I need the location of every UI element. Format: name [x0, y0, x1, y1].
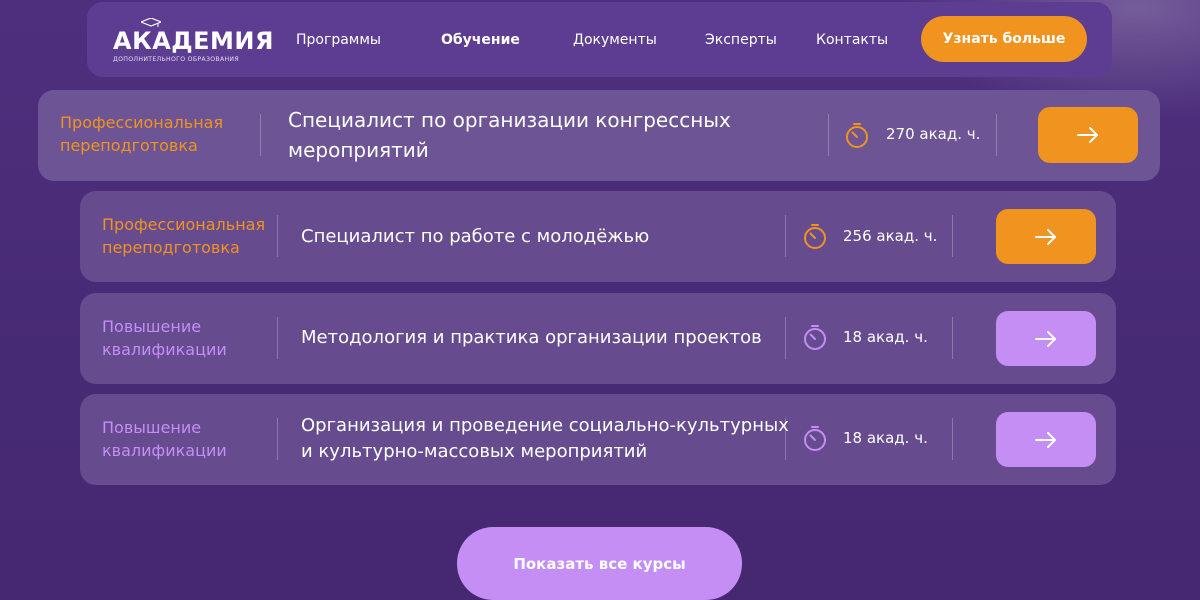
stopwatch-icon: [804, 426, 826, 451]
stopwatch-icon: [804, 325, 826, 350]
nav-education[interactable]: Обучение: [441, 32, 520, 48]
divider: [277, 317, 278, 359]
course-title: Методология и практика организации проек…: [301, 327, 762, 348]
nav-documents[interactable]: Документы: [573, 32, 657, 48]
course-hours: 18 акад. ч.: [843, 429, 928, 447]
open-course-button[interactable]: [1038, 107, 1138, 163]
arrow-right-icon: [1035, 431, 1056, 448]
course-category: Профессиональная переподготовка: [60, 113, 224, 155]
divider: [785, 418, 786, 460]
course-row[interactable]: Повышение квалификации Организация и про…: [80, 394, 1116, 485]
course-row[interactable]: Профессиональная переподготовка Специали…: [38, 90, 1160, 181]
logo[interactable]: АКАДЕМИЯ ДОПОЛНИТЕЛЬНОГО ОБРАЗОВАНИЯ: [113, 18, 273, 63]
divider: [277, 418, 278, 460]
nav-programs[interactable]: Программы: [296, 32, 381, 48]
open-course-button[interactable]: [996, 209, 1096, 264]
divider: [260, 114, 261, 156]
course-hours: 256 акад. ч.: [843, 227, 938, 245]
logo-title: АКАДЕМИЯ: [113, 27, 274, 55]
divider: [952, 418, 953, 460]
course-hours: 18 акад. ч.: [843, 328, 928, 346]
stopwatch-icon: [804, 224, 826, 249]
course-category: Повышение квалификации: [102, 317, 227, 359]
logo-subtitle: ДОПОЛНИТЕЛЬНОГО ОБРАЗОВАНИЯ: [113, 56, 239, 63]
open-course-button[interactable]: [996, 412, 1096, 467]
course-category: Повышение квалификации: [102, 418, 227, 460]
divider: [952, 317, 953, 359]
course-title: Специалист по организации конгрессных ме…: [288, 108, 731, 162]
divider: [952, 215, 953, 257]
divider: [996, 114, 997, 156]
divider: [785, 215, 786, 257]
nav-contacts[interactable]: Контакты: [816, 32, 888, 48]
arrow-right-icon: [1035, 228, 1056, 245]
divider: [277, 215, 278, 257]
course-category: Профессиональная переподготовка: [102, 215, 266, 257]
learn-more-button[interactable]: Узнать больше: [921, 16, 1087, 62]
show-all-courses-button[interactable]: Показать все курсы: [457, 527, 742, 600]
course-row[interactable]: Профессиональная переподготовка Специали…: [80, 191, 1116, 282]
site-header: АКАДЕМИЯ ДОПОЛНИТЕЛЬНОГО ОБРАЗОВАНИЯ Про…: [87, 2, 1112, 77]
divider: [785, 317, 786, 359]
arrow-right-icon: [1077, 127, 1098, 143]
open-course-button[interactable]: [996, 311, 1096, 366]
nav-experts[interactable]: Эксперты: [705, 32, 777, 48]
course-title: Специалист по работе с молодёжью: [301, 226, 650, 247]
divider: [828, 114, 829, 156]
stopwatch-icon: [846, 123, 868, 148]
course-row[interactable]: Повышение квалификации Методология и пра…: [80, 293, 1116, 384]
course-title: Организация и проведение социально-культ…: [301, 415, 789, 462]
arrow-right-icon: [1035, 330, 1056, 347]
course-hours: 270 акад. ч.: [886, 125, 981, 143]
